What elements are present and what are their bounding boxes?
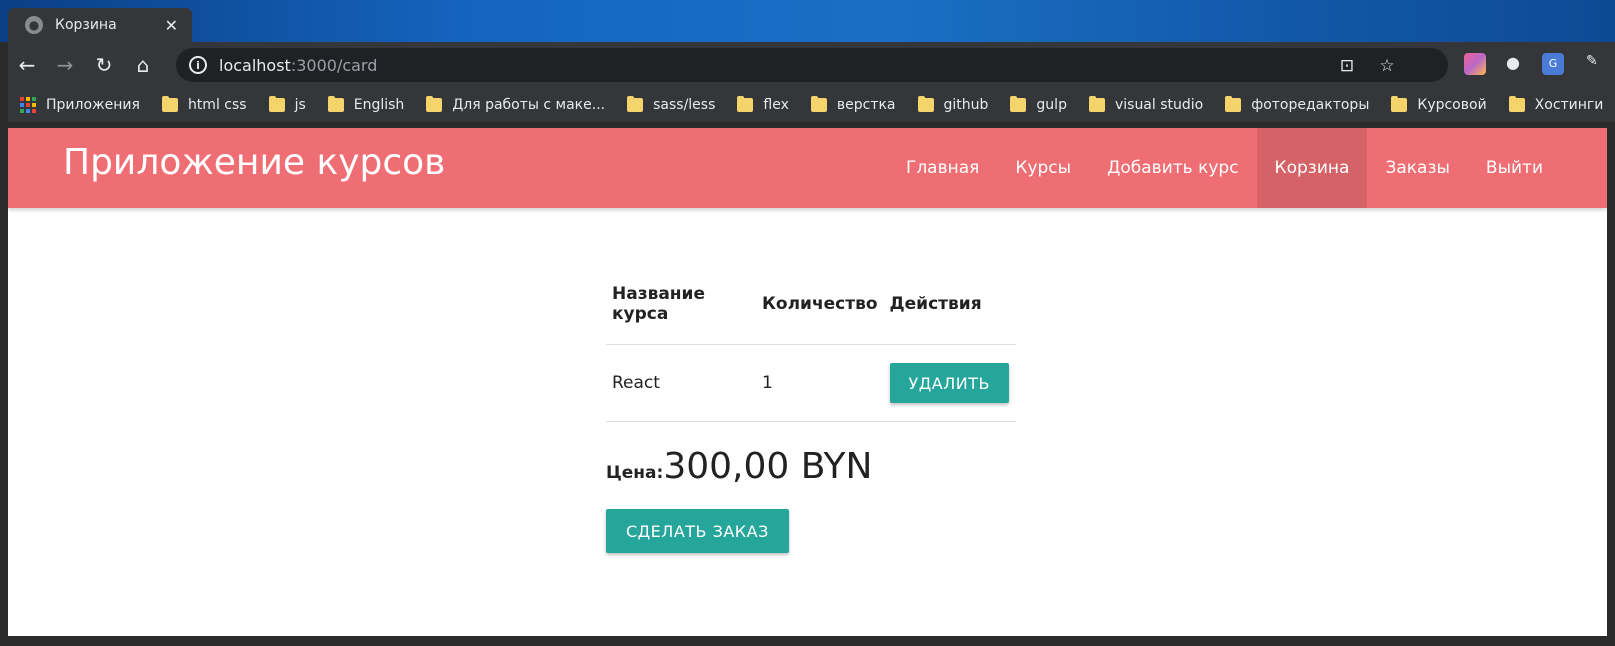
price-value: 300,00 BYN: [663, 446, 873, 487]
bookmark-folder[interactable]: html css: [161, 96, 247, 113]
bookmark-folder[interactable]: Курсовой: [1391, 96, 1487, 113]
top-navbar: Приложение курсов Главная Курсы Добавить…: [8, 128, 1607, 208]
bookmark-folder[interactable]: Для работы с маке...: [426, 96, 606, 113]
bookmark-label: фоторедакторы: [1251, 97, 1370, 113]
web-page: Приложение курсов Главная Курсы Добавить…: [8, 128, 1607, 636]
tab-title: Корзина: [55, 17, 117, 33]
reload-icon[interactable]: ↻: [91, 52, 117, 78]
url-host: localhost: [219, 55, 291, 75]
bookmark-folder[interactable]: flex: [737, 96, 789, 113]
bookmark-apps[interactable]: Приложения: [8, 97, 140, 113]
nav-link-add-course[interactable]: Добавить курс: [1089, 128, 1256, 208]
bookmark-label: English: [353, 97, 405, 113]
bookmark-folder[interactable]: js: [268, 96, 306, 113]
folder-icon: [268, 96, 285, 112]
folder-icon: [161, 96, 178, 112]
bookmark-label: github: [943, 97, 989, 113]
nav-link-cart[interactable]: Корзина: [1256, 128, 1368, 208]
bookmark-label: flex: [763, 97, 789, 113]
browser-tab[interactable]: ● Корзина ✕: [8, 8, 192, 42]
bookmark-label: sass/less: [653, 97, 716, 113]
table-header-row: Название курса Количество Действия: [606, 264, 1016, 345]
apps-grid-icon: [20, 97, 36, 113]
browser-window: ● Корзина ✕ ← → ↻ ⌂ i localhost :3000/ca…: [0, 0, 1615, 646]
bookmark-label: visual studio: [1114, 97, 1204, 113]
column-header-title: Название курса: [606, 264, 756, 345]
price-label: Цена:: [606, 463, 664, 483]
url-path: :3000/card: [290, 55, 378, 75]
place-order-button[interactable]: СДЕЛАТЬ ЗАКАЗ: [606, 509, 789, 553]
bookmark-label: Для работы с маке...: [452, 97, 606, 113]
bookmark-label: html css: [187, 97, 247, 113]
translate-icon[interactable]: ⊡: [1336, 55, 1358, 77]
back-arrow-icon[interactable]: ←: [14, 52, 40, 78]
bookmark-label: Курсовой: [1417, 97, 1487, 113]
bookmark-folder[interactable]: фоторедакторы: [1225, 96, 1370, 113]
bookmark-folder[interactable]: visual studio: [1088, 96, 1204, 113]
bookmark-label: gulp: [1036, 97, 1067, 113]
bookmark-label: js: [294, 97, 306, 113]
address-bar[interactable]: i localhost :3000/card ⊡ ☆: [176, 48, 1448, 82]
star-icon[interactable]: ☆: [1376, 55, 1398, 77]
bookmark-label: Хостинги: [1534, 97, 1604, 113]
close-tab-icon[interactable]: ✕: [165, 16, 178, 35]
folder-icon: [1010, 96, 1027, 112]
course-title-cell: React: [606, 344, 756, 422]
price-line: Цена: 300,00 BYN: [606, 446, 1016, 487]
column-header-actions: Действия: [883, 264, 1016, 345]
folder-icon: [917, 96, 934, 112]
extension-gradient-icon[interactable]: [1464, 53, 1486, 75]
column-header-count: Количество: [756, 264, 884, 345]
bookmark-folder[interactable]: sass/less: [627, 96, 716, 113]
info-icon[interactable]: i: [189, 56, 207, 74]
folder-icon: [810, 96, 827, 112]
globe-icon: ●: [25, 16, 43, 34]
nav-link-logout[interactable]: Выйти: [1468, 128, 1561, 208]
bookmark-folder[interactable]: English: [327, 96, 405, 113]
nav-link-orders[interactable]: Заказы: [1367, 128, 1467, 208]
folder-icon: [426, 96, 443, 112]
cart-table: Название курса Количество Действия React…: [606, 264, 1016, 422]
brand-logo[interactable]: Приложение курсов: [63, 142, 445, 183]
folder-icon: [737, 96, 754, 112]
home-icon[interactable]: ⌂: [130, 52, 156, 78]
folder-icon: [1508, 96, 1525, 112]
folder-icon: [1088, 96, 1105, 112]
cart-content: Название курса Количество Действия React…: [606, 264, 1016, 553]
folder-icon: [627, 96, 644, 112]
bookmark-folder[interactable]: верстка: [810, 96, 896, 113]
extension-chat-icon[interactable]: ●: [1502, 53, 1524, 75]
bookmark-apps-label: Приложения: [46, 97, 140, 113]
folder-icon: [1225, 96, 1242, 112]
bookmark-label: верстка: [836, 97, 896, 113]
browser-toolbar: ← → ↻ ⌂ i localhost :3000/card ⊡ ☆ ● G ✎: [8, 42, 1615, 88]
bookmark-folder[interactable]: github: [917, 96, 989, 113]
folder-icon: [327, 96, 344, 112]
course-count-cell: 1: [756, 344, 884, 422]
nav-links: Главная Курсы Добавить курс Корзина Зака…: [888, 128, 1561, 208]
delete-button[interactable]: УДАЛИТЬ: [889, 363, 1009, 403]
bookmarks-bar: Приложения html css js English Для работ…: [8, 88, 1615, 122]
nav-link-courses[interactable]: Курсы: [997, 128, 1089, 208]
tab-strip: ● Корзина ✕: [0, 0, 1615, 42]
forward-arrow-icon[interactable]: →: [52, 52, 78, 78]
table-row: React 1 УДАЛИТЬ: [606, 344, 1016, 422]
bookmark-folder[interactable]: gulp: [1010, 96, 1067, 113]
extension-pen-icon[interactable]: ✎: [1586, 53, 1608, 75]
extension-translate-icon[interactable]: G: [1542, 53, 1564, 75]
actions-cell: УДАЛИТЬ: [883, 344, 1016, 422]
folder-icon: [1391, 96, 1408, 112]
nav-link-home[interactable]: Главная: [888, 128, 997, 208]
bookmark-folder[interactable]: Хостинги: [1508, 96, 1604, 113]
